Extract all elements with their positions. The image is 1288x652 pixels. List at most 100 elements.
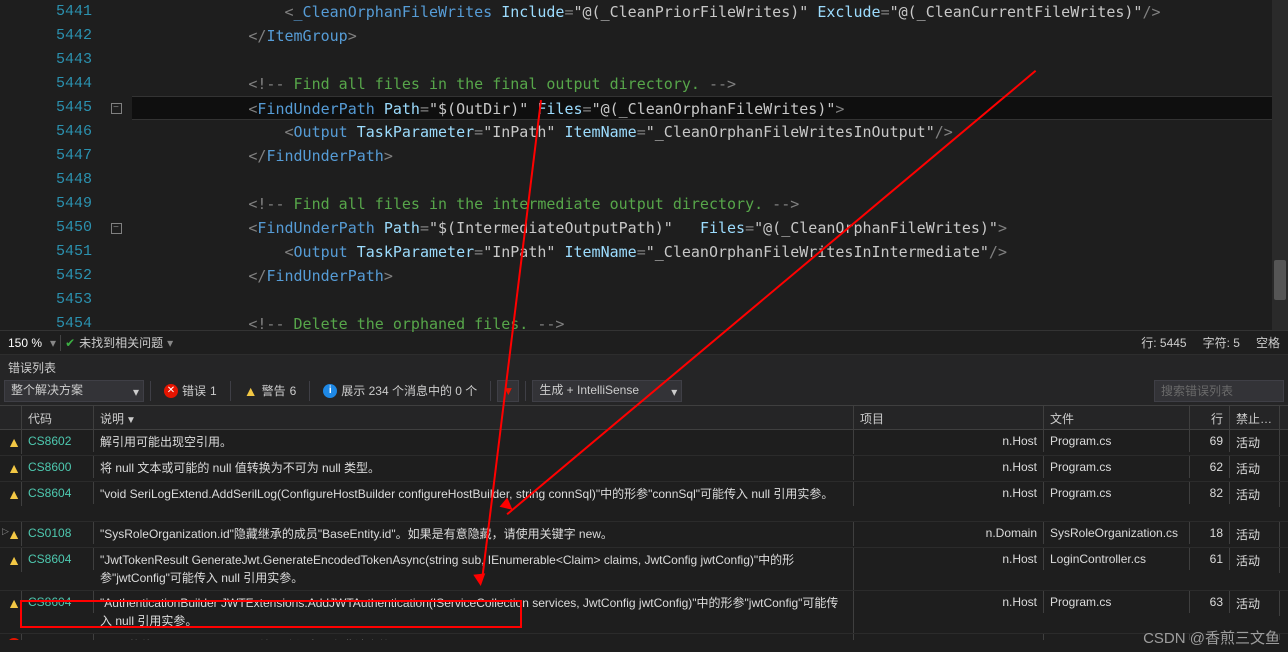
line-number: 5449	[0, 192, 92, 216]
warning-icon: ▲	[7, 486, 21, 502]
code-line[interactable]: <Output TaskParameter="InPath" ItemName=…	[132, 240, 1288, 264]
chevron-down-icon: ▾	[671, 385, 677, 399]
fold-toggle	[100, 0, 132, 24]
row-icon-cell: ▷▲	[0, 522, 22, 546]
error-list-row[interactable]: ▲CS8602解引用可能出现空引用。n.HostProgram.cs69活动	[0, 430, 1288, 456]
issues-text[interactable]: 未找到相关问题	[79, 334, 163, 351]
fold-toggle	[100, 120, 132, 144]
code-line[interactable]: <!-- Find all files in the intermediate …	[132, 192, 1288, 216]
col-file-header[interactable]: 文件	[1044, 406, 1190, 429]
code-line[interactable]	[132, 168, 1288, 192]
row-supp-cell: 活动	[1230, 430, 1280, 455]
line-number: 5441	[0, 0, 92, 24]
warnings-filter-count: 6	[290, 384, 297, 398]
indent-mode[interactable]: 空格	[1248, 334, 1288, 351]
error-list-body[interactable]: ▲CS8602解引用可能出现空引用。n.HostProgram.cs69活动▲C…	[0, 430, 1288, 640]
annotation-arrowhead-1	[473, 573, 486, 586]
scope-combo[interactable]: 整个解决方案 ▾	[4, 380, 144, 402]
code-link[interactable]: CS0108	[28, 526, 71, 540]
watermark-text: CSDN @香煎三文鱼	[1143, 627, 1280, 648]
zoom-level[interactable]: 150 %	[0, 336, 50, 350]
row-proj-cell: n.Host	[854, 548, 1044, 570]
row-file-cell: Program.cs	[1044, 430, 1190, 452]
error-list-row[interactable]: ▷▲CS0108"SysRoleOrganization.id"隐藏继承的成员"…	[0, 522, 1288, 548]
warnings-filter-button[interactable]: ▲ 警告 6	[237, 379, 304, 402]
code-line[interactable]: <!-- Delete the orphaned files. -->	[132, 312, 1288, 336]
row-supp-cell: 活动	[1230, 522, 1280, 547]
search-error-list-input[interactable]: 搜索错误列表	[1154, 380, 1284, 402]
code-area[interactable]: <_CleanOrphanFileWrites Include="@(_Clea…	[132, 0, 1288, 330]
fold-column[interactable]: −−	[100, 0, 132, 330]
errors-filter-count: 1	[210, 384, 217, 398]
code-link[interactable]: CS8604	[28, 595, 71, 609]
error-list-row[interactable]: ▲CS8604"AuthenticationBuilder JWTExtensi…	[0, 591, 1288, 634]
code-link[interactable]: CS8604	[28, 552, 71, 566]
line-number: 5446	[0, 120, 92, 144]
code-line[interactable]	[132, 288, 1288, 312]
info-icon: i	[323, 384, 337, 398]
code-line[interactable]: </ItemGroup>	[132, 24, 1288, 48]
code-line[interactable]	[132, 48, 1288, 72]
col-line-header[interactable]: 行	[1190, 406, 1230, 429]
code-line[interactable]: <Output TaskParameter="InPath" ItemName=…	[132, 120, 1288, 144]
line-number-gutter: 5441544254435444544554465447544854495450…	[0, 0, 100, 330]
code-line[interactable]: <!-- Find all files in the final output …	[132, 72, 1288, 96]
row-proj-cell: n.Host	[854, 430, 1044, 452]
line-number: 5454	[0, 312, 92, 336]
code-link[interactable]: CS8600	[28, 460, 71, 474]
row-icon-cell: ▲	[0, 482, 22, 506]
row-icon-cell: ▲	[0, 591, 22, 615]
line-number: 5443	[0, 48, 92, 72]
col-code-header[interactable]: 代码	[22, 406, 94, 429]
fold-toggle	[100, 168, 132, 192]
col-supp-header[interactable]: 禁止显示	[1230, 406, 1280, 429]
fold-toggle	[100, 312, 132, 336]
code-line[interactable]: </FindUnderPath>	[132, 144, 1288, 168]
code-link[interactable]: MSB354	[28, 638, 74, 640]
scrollbar-thumb[interactable]	[1274, 260, 1286, 300]
fold-toggle[interactable]: −	[100, 216, 132, 240]
code-link[interactable]: CS8604	[28, 486, 71, 500]
build-filter-button[interactable]: ▼	[497, 380, 519, 402]
col-proj-header[interactable]: 项目	[854, 406, 1044, 429]
warning-icon: ▲	[7, 552, 21, 568]
line-number: 5448	[0, 168, 92, 192]
row-line-cell: 61	[1190, 548, 1230, 570]
row-icon-cell: ▲	[0, 548, 22, 572]
warning-icon: ▲	[7, 434, 21, 450]
line-value: 5445	[1160, 336, 1187, 350]
code-line[interactable]: <FindUnderPath Path="$(OutDir)" Files="@…	[132, 96, 1288, 120]
row-file-cell: LoginController.cs	[1044, 548, 1190, 570]
source-combo[interactable]: 生成 + IntelliSense ▾	[532, 380, 682, 402]
collapse-icon: −	[111, 103, 122, 114]
messages-filter-button[interactable]: i 展示 234 个消息中的 0 个	[316, 379, 484, 402]
code-link[interactable]: CS8602	[28, 434, 71, 448]
row-proj-cell: n.Host	[854, 456, 1044, 478]
row-code-cell: CS0108	[22, 522, 94, 544]
expand-icon[interactable]: ▷	[2, 526, 9, 537]
line-number: 5452	[0, 264, 92, 288]
error-list-panel-title: 错误列表	[0, 354, 1288, 376]
code-line[interactable]: </FindUnderPath>	[132, 264, 1288, 288]
code-editor[interactable]: 5441544254435444544554465447544854495450…	[0, 0, 1288, 330]
error-list-row[interactable]: ▲CS8600将 null 文本或可能的 null 值转换为不可为 null 类…	[0, 456, 1288, 482]
fold-toggle	[100, 24, 132, 48]
row-desc-cell: Files 的值"<<<<<<< HEAD"无效。路径中具有非法字符。	[94, 634, 854, 640]
line-number: 5451	[0, 240, 92, 264]
error-list-row[interactable]: ▲CS8604"void SeriLogExtend.AddSerilLog(C…	[0, 482, 1288, 522]
code-line[interactable]: <FindUnderPath Path="$(IntermediateOutpu…	[132, 216, 1288, 240]
row-file-cell: Program.cs	[1044, 591, 1190, 613]
errors-filter-button[interactable]: ✕ 错误 1	[157, 379, 224, 402]
code-line[interactable]: <_CleanOrphanFileWrites Include="@(_Clea…	[132, 0, 1288, 24]
vertical-scrollbar[interactable]	[1272, 0, 1288, 330]
col-desc-header[interactable]: 说明▼	[94, 406, 854, 429]
col-icon-header[interactable]	[0, 406, 22, 429]
error-list-row[interactable]: ✕MSB354Files 的值"<<<<<<< HEAD"无效。路径中具有非法字…	[0, 634, 1288, 640]
row-line-cell: 82	[1190, 482, 1230, 504]
fold-toggle[interactable]: −	[100, 96, 132, 120]
funnel-icon: ▼	[502, 384, 514, 398]
line-number: 5450	[0, 216, 92, 240]
error-list-row[interactable]: ▲CS8604"JwtTokenResult GenerateJwt.Gener…	[0, 548, 1288, 591]
row-proj-cell: n.Host	[854, 591, 1044, 613]
error-list-header: 代码 说明▼ 项目 文件 行 禁止显示	[0, 406, 1288, 430]
